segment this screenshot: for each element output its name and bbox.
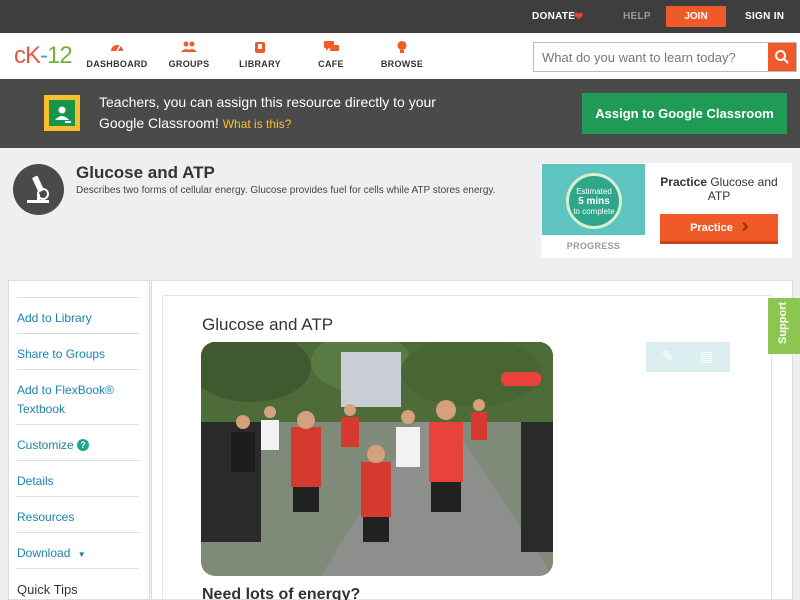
nav-library[interactable]: LIBRARY — [225, 41, 295, 69]
assign-google-classroom-button[interactable]: Assign to Google Classroom — [582, 93, 787, 134]
search-box — [533, 42, 797, 72]
sign-in-link[interactable]: SIGN IN — [745, 11, 784, 22]
support-tab[interactable]: Support — [768, 298, 800, 354]
pencil-icon[interactable]: ✎ — [662, 348, 674, 365]
practice-prefix: Practice — [660, 175, 707, 189]
sidebar-item-quick-tips[interactable]: Quick Tips — [17, 568, 139, 599]
nav-cafe-label: CAFE — [318, 59, 344, 69]
customize-label: Customize — [17, 438, 74, 452]
concept-description: Describes two forms of cellular energy. … — [76, 185, 496, 196]
caret-down-icon: ▼ — [77, 550, 86, 559]
estimated-line2: 5 mins — [578, 196, 610, 207]
chevron-right-icon — [742, 214, 749, 242]
library-icon — [225, 41, 295, 55]
annotation-tools: ✎ ▤ — [646, 342, 730, 372]
join-button[interactable]: JOIN — [666, 6, 726, 27]
progress-panel: Estimated 5 mins to complete — [542, 164, 645, 235]
sidebar-item-details[interactable]: Details — [17, 460, 139, 491]
nav-cafe[interactable]: CAFE — [296, 41, 366, 69]
help-icon[interactable]: ? — [77, 439, 90, 451]
sidebar-item-add-to-flexbook[interactable]: Add to FlexBook® Textbook — [17, 369, 139, 419]
marathon-runners-photo — [201, 342, 553, 576]
groups-icon — [154, 41, 224, 55]
practice-heading: Practice Glucose and ATP — [653, 175, 785, 203]
logo-12: 12 — [47, 42, 73, 69]
what-is-this-link[interactable]: What is this? — [223, 117, 292, 131]
top-utility-bar: DONATE ❤ HELP JOIN SIGN IN — [0, 0, 800, 33]
cafe-icon — [296, 41, 366, 55]
sidebar-item-add-to-library[interactable]: Add to Library — [17, 297, 139, 328]
nav-groups[interactable]: GROUPS — [154, 41, 224, 69]
practice-button-label: Practice — [690, 222, 733, 234]
dashboard-icon — [82, 41, 152, 55]
lesson-title: Glucose and ATP — [202, 315, 334, 334]
logo-ck: cK — [14, 42, 41, 69]
heart-icon: ❤ — [574, 11, 584, 23]
estimated-time-badge: Estimated 5 mins to complete — [566, 173, 622, 229]
nav-dashboard-label: DASHBOARD — [86, 59, 148, 69]
nav-browse-label: BROWSE — [380, 59, 424, 69]
nav-dashboard[interactable]: DASHBOARD — [82, 41, 152, 69]
nav-browse[interactable]: BROWSE — [367, 41, 437, 69]
concept-title: Glucose and ATP — [76, 163, 215, 182]
search-button[interactable] — [768, 43, 796, 71]
search-input[interactable] — [534, 43, 768, 71]
logo-dash: - — [40, 42, 48, 69]
donate-link[interactable]: DONATE — [532, 11, 575, 22]
practice-button[interactable]: Practice — [660, 214, 778, 244]
sidebar-item-customize[interactable]: Customize ? — [17, 424, 139, 455]
progress-label: PROGRESS — [566, 241, 621, 251]
browse-icon — [367, 41, 437, 55]
sidebar-item-resources[interactable]: Resources — [17, 496, 139, 527]
support-label: Support — [777, 301, 789, 344]
lesson-subhead: Need lots of energy? — [202, 586, 361, 600]
help-link[interactable]: HELP — [623, 11, 651, 22]
ck12-logo[interactable]: cK-12 — [14, 42, 73, 70]
estimated-line3: to complete — [573, 207, 615, 216]
microscope-icon — [13, 164, 64, 215]
sidebar-item-download[interactable]: Download ▼ — [17, 532, 139, 564]
notes-icon[interactable]: ▤ — [700, 348, 713, 365]
google-classroom-icon — [44, 95, 80, 131]
banner-text-block: Teachers, you can assign this resource d… — [99, 92, 459, 135]
practice-topic: Glucose and ATP — [707, 175, 778, 203]
main-nav: cK-12 DASHBOARD GROUPS LIBRARY CAFE BROW… — [0, 33, 800, 79]
sidebar-item-share-to-groups[interactable]: Share to Groups — [17, 333, 139, 364]
search-icon — [775, 50, 789, 64]
practice-card: Estimated 5 mins to complete PROGRESS Pr… — [541, 163, 792, 258]
download-label: Download — [17, 546, 71, 560]
nav-groups-label: GROUPS — [168, 59, 210, 69]
sidebar: Add to Library Share to Groups Add to Fl… — [8, 280, 150, 600]
nav-library-label: LIBRARY — [239, 59, 281, 69]
